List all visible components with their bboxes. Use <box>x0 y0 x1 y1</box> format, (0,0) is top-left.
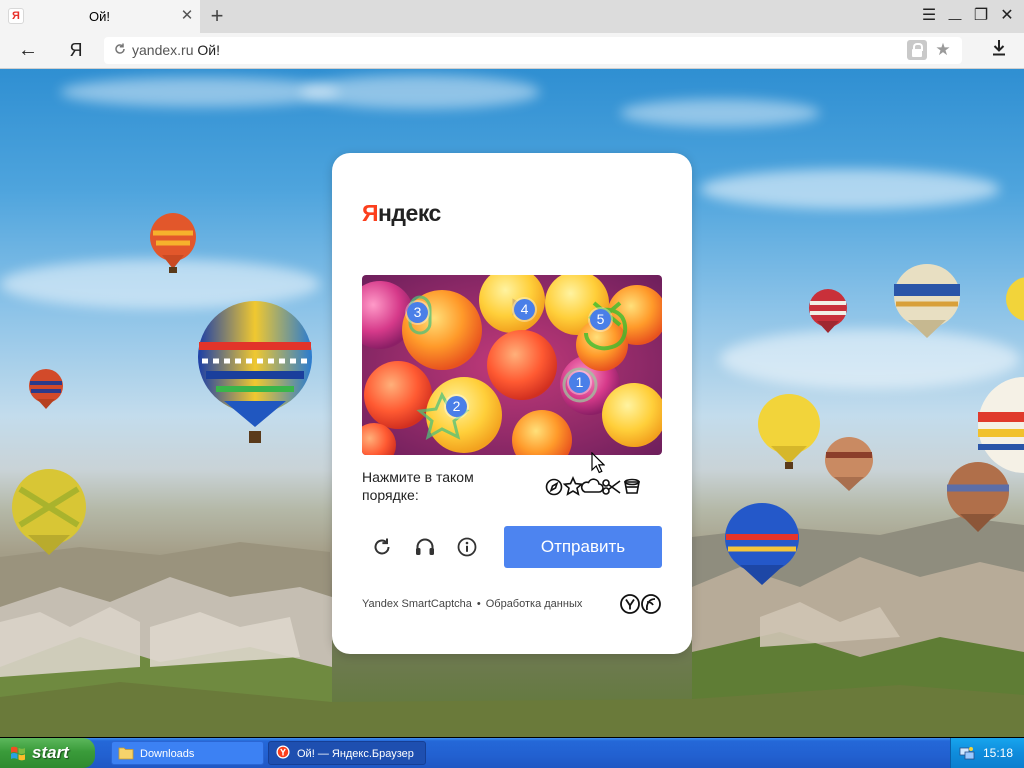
tab-close-icon[interactable]: ✕ <box>179 7 195 25</box>
url-page-title: Ой! <box>197 42 220 58</box>
logo-first-letter: Я <box>362 200 379 226</box>
refresh-icon[interactable] <box>368 533 396 561</box>
captcha-marker[interactable]: 2 <box>446 396 467 417</box>
info-button[interactable] <box>453 533 481 561</box>
url-host: yandex.ru <box>132 42 194 58</box>
address-bar: ← Я yandex.ru Ой! ★ <box>0 33 1024 69</box>
restore-button[interactable]: ❐ <box>970 6 992 26</box>
taskbar-item-label: Ой! — Яндекс.Браузер <box>297 748 414 760</box>
browser-menu-button[interactable]: ☰ <box>918 6 940 26</box>
reload-icon[interactable] <box>113 42 127 58</box>
network-icon[interactable] <box>959 745 975 761</box>
balloon <box>150 213 196 273</box>
refresh-button[interactable] <box>368 533 396 561</box>
mouse-cursor-icon <box>591 452 605 474</box>
balloon <box>198 301 312 443</box>
balloon <box>894 264 960 338</box>
cloud-icon <box>580 478 604 493</box>
captcha-footer: Yandex SmartCaptcha • Обработка данных <box>362 598 582 610</box>
tab-active[interactable]: Я Ой! ✕ <box>0 0 200 33</box>
clock[interactable]: 15:18 <box>983 746 1013 760</box>
minimize-button[interactable]: — <box>944 6 966 26</box>
lock-icon[interactable] <box>907 40 927 60</box>
close-window-button[interactable]: ✕ <box>996 6 1018 26</box>
balloon <box>978 377 1024 473</box>
balloon <box>29 369 63 409</box>
taskbar-item-downloads[interactable]: Downloads <box>111 741 264 765</box>
taskbar-item-label: Downloads <box>140 748 195 760</box>
taskbar-item-browser[interactable]: Ой! — Яндекс.Браузер <box>268 741 426 765</box>
captcha-card: Яндекс 1 2 3 4 5 Нажмите в таком порядке… <box>332 153 692 654</box>
captcha-marker[interactable]: 3 <box>407 302 428 323</box>
captcha-marker[interactable]: 1 <box>569 372 590 393</box>
data-processing-link[interactable]: Обработка данных <box>486 598 583 610</box>
tab-title: Ой! <box>89 9 110 24</box>
yandex-favicon-icon: Я <box>8 8 24 24</box>
captcha-prompt: Нажмите в таком порядке: <box>362 469 474 503</box>
folder-icon <box>118 747 134 760</box>
windows-logo-icon <box>11 746 25 761</box>
new-tab-button[interactable]: + <box>206 4 228 28</box>
footer-separator: • <box>476 598 481 610</box>
star-icon[interactable]: ★ <box>933 40 953 60</box>
taskbar: start Downloads Ой! — Яндекс.Браузер 15:… <box>0 738 1024 768</box>
tab-bar: Я Ой! ✕ + ☰ — ❐ ✕ <box>0 0 1024 33</box>
start-label: start <box>32 743 69 762</box>
captcha-badge-icons <box>620 594 661 614</box>
balloon <box>1006 277 1024 321</box>
scissors-icon <box>602 479 621 495</box>
headphones-icon[interactable] <box>411 533 439 561</box>
url-field[interactable]: yandex.ru Ой! ★ <box>104 37 962 64</box>
back-button[interactable]: ← <box>17 39 39 61</box>
info-icon[interactable] <box>453 533 481 561</box>
bucket-icon <box>624 478 640 494</box>
yandex-logo: Яндекс <box>362 200 441 227</box>
yandex-browser-icon <box>276 745 290 759</box>
submit-button[interactable]: Отправить <box>504 526 662 568</box>
compass-icon <box>545 478 563 496</box>
balloon <box>809 289 847 333</box>
logo-rest: ндекс <box>378 200 441 226</box>
captcha-marker[interactable]: 4 <box>514 299 535 320</box>
start-button[interactable]: start <box>0 738 95 768</box>
bokeh-image[interactable] <box>362 275 662 455</box>
star-outline-icon <box>562 476 584 496</box>
url-text[interactable]: yandex.ru Ой! <box>132 42 220 58</box>
balloon <box>825 437 873 491</box>
balloon <box>758 394 820 469</box>
captcha-task-image[interactable]: 1 2 3 4 5 <box>362 275 662 455</box>
captcha-marker[interactable]: 5 <box>590 309 611 330</box>
balloon <box>12 469 86 555</box>
balloon <box>725 503 799 585</box>
audio-button[interactable] <box>411 533 439 561</box>
smartcaptcha-brand[interactable]: Yandex SmartCaptcha <box>362 598 472 610</box>
download-icon[interactable] <box>988 39 1010 61</box>
yandex-home-button[interactable]: Я <box>66 39 86 61</box>
target-order-icons <box>545 476 640 496</box>
system-tray: 15:18 <box>950 738 1024 768</box>
